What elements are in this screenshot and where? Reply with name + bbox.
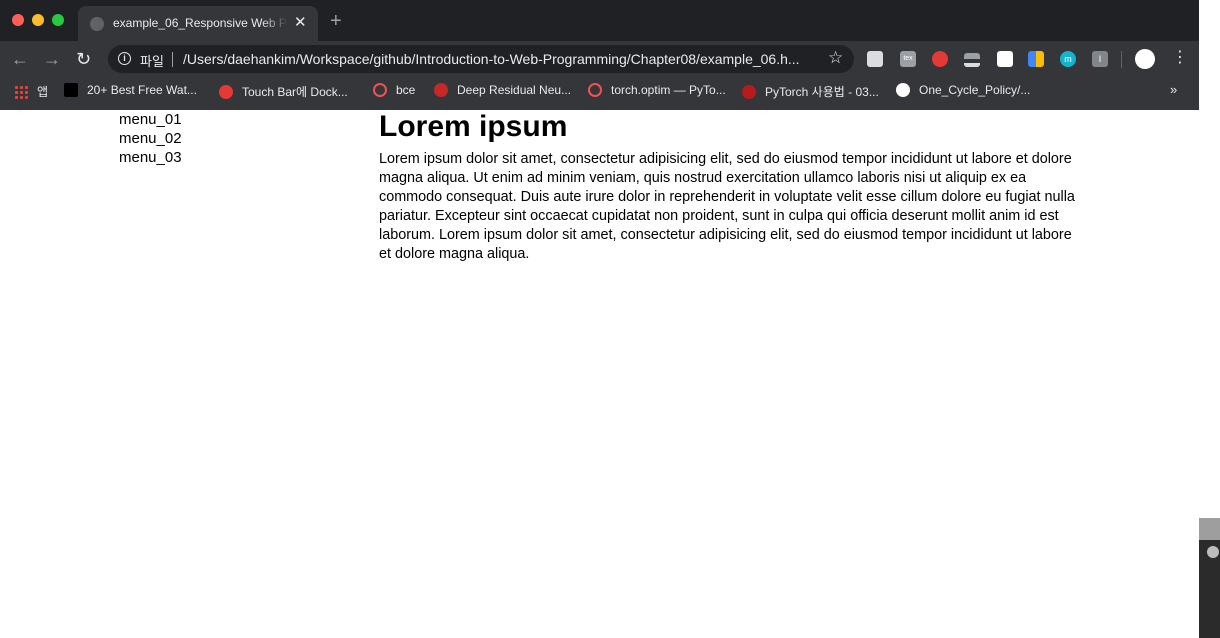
forward-button[interactable]: → [43,49,61,69]
url-text[interactable]: /Users/daehankim/Workspace/github/Introd… [183,51,823,67]
bookmark-label: Touch Bar에 Dock... [242,85,348,99]
bookmark-label: 20+ Best Free Wat... [87,83,197,97]
minimize-window-button[interactable] [32,14,44,26]
ring-icon [373,83,387,97]
close-window-button[interactable] [12,14,24,26]
bookmark-label: Deep Residual Neu... [457,83,572,97]
main-content: Lorem ipsum Lorem ipsum dolor sit amet, … [379,110,1079,264]
active-tab[interactable]: example_06_Responsive Web Page ✕ [78,6,318,41]
grey-extension-icon[interactable]: I [1092,51,1108,67]
bookmark-item[interactable]: 20+ Best Free Wat... [64,83,197,99]
side-menu: menu_01 menu_02 menu_03 [119,110,182,167]
back-button[interactable]: ← [11,49,29,69]
background-window-titlebar [1199,518,1220,540]
adblock-hand-icon[interactable] [932,51,948,67]
new-tab-button[interactable]: + [330,10,342,32]
info-icon[interactable]: i [118,52,131,65]
bookmarks-bar: 앱 20+ Best Free Wat... Touch Bar에 Dock..… [0,78,1199,104]
bookmark-label: bce [396,83,416,97]
scheme-label: 파일 [140,54,164,69]
bookmark-item[interactable]: Touch Bar에 Dock... [219,83,348,99]
m-extension-icon[interactable]: m [1060,51,1076,67]
menu-item[interactable]: menu_03 [119,148,182,167]
omnibox-divider [172,52,173,67]
menu-item[interactable]: menu_01 [119,110,182,129]
tab-strip: example_06_Responsive Web Page ✕ + [0,0,1199,41]
bookmark-item[interactable]: bce [373,83,415,99]
unsplash-icon [64,83,78,97]
toolbar: ← → ↻ i 파일 /Users/daehankim/Workspace/gi… [0,41,1199,78]
bookmarks-overflow-button[interactable]: » [1170,82,1177,97]
profile-avatar[interactable] [1135,49,1155,69]
laptop-extension-icon[interactable] [964,53,980,67]
bookmark-item[interactable]: torch.optim — PyTo... [588,83,726,99]
body-paragraph: Lorem ipsum dolor sit amet, consectetur … [379,151,1075,262]
maple-icon [742,85,756,99]
apps-icon [14,85,28,99]
tex-extension-icon[interactable]: tex [900,51,916,67]
bookmark-item[interactable]: Deep Residual Neu... [434,83,571,99]
bookmark-apps[interactable]: 앱 [14,83,48,99]
color-plus-extension-icon[interactable] [1028,51,1044,67]
background-window-dot [1207,546,1219,558]
toolbar-divider [1121,51,1122,68]
layout-extension-icon[interactable] [867,51,883,67]
bookmark-label: torch.optim — PyTo... [611,83,726,97]
more-menu-icon[interactable]: ⋮ [1172,48,1188,68]
page-title: Lorem ipsum [379,110,568,143]
bookmark-label: 앱 [37,85,49,99]
address-bar[interactable]: i 파일 /Users/daehankim/Workspace/github/I… [108,45,854,73]
menu-item[interactable]: menu_02 [119,129,182,148]
github-icon [896,83,910,97]
bookmark-label: One_Cycle_Policy/... [919,83,1031,97]
bookmark-item[interactable]: PyTorch 사용법 - 03... [742,83,879,99]
tab-close-button[interactable]: ✕ [294,14,307,32]
globe-icon [90,17,104,31]
bookmark-item[interactable]: One_Cycle_Policy/... [896,83,1030,99]
bookmark-label: PyTorch 사용법 - 03... [765,85,879,99]
ring-icon [588,83,602,97]
white-square-extension-icon[interactable] [997,51,1013,67]
page-content: menu_01 menu_02 menu_03 Lorem ipsum Lore… [0,110,1199,638]
bookmark-star-icon[interactable]: ☆ [828,48,843,68]
apple-icon [219,85,233,99]
tab-title: example_06_Responsive Web Page [113,16,288,30]
reload-button[interactable]: ↻ [76,49,91,69]
browser-chrome: example_06_Responsive Web Page ✕ + ← → ↻… [0,0,1199,110]
maximize-window-button[interactable] [52,14,64,26]
strawberry-icon [434,83,448,97]
